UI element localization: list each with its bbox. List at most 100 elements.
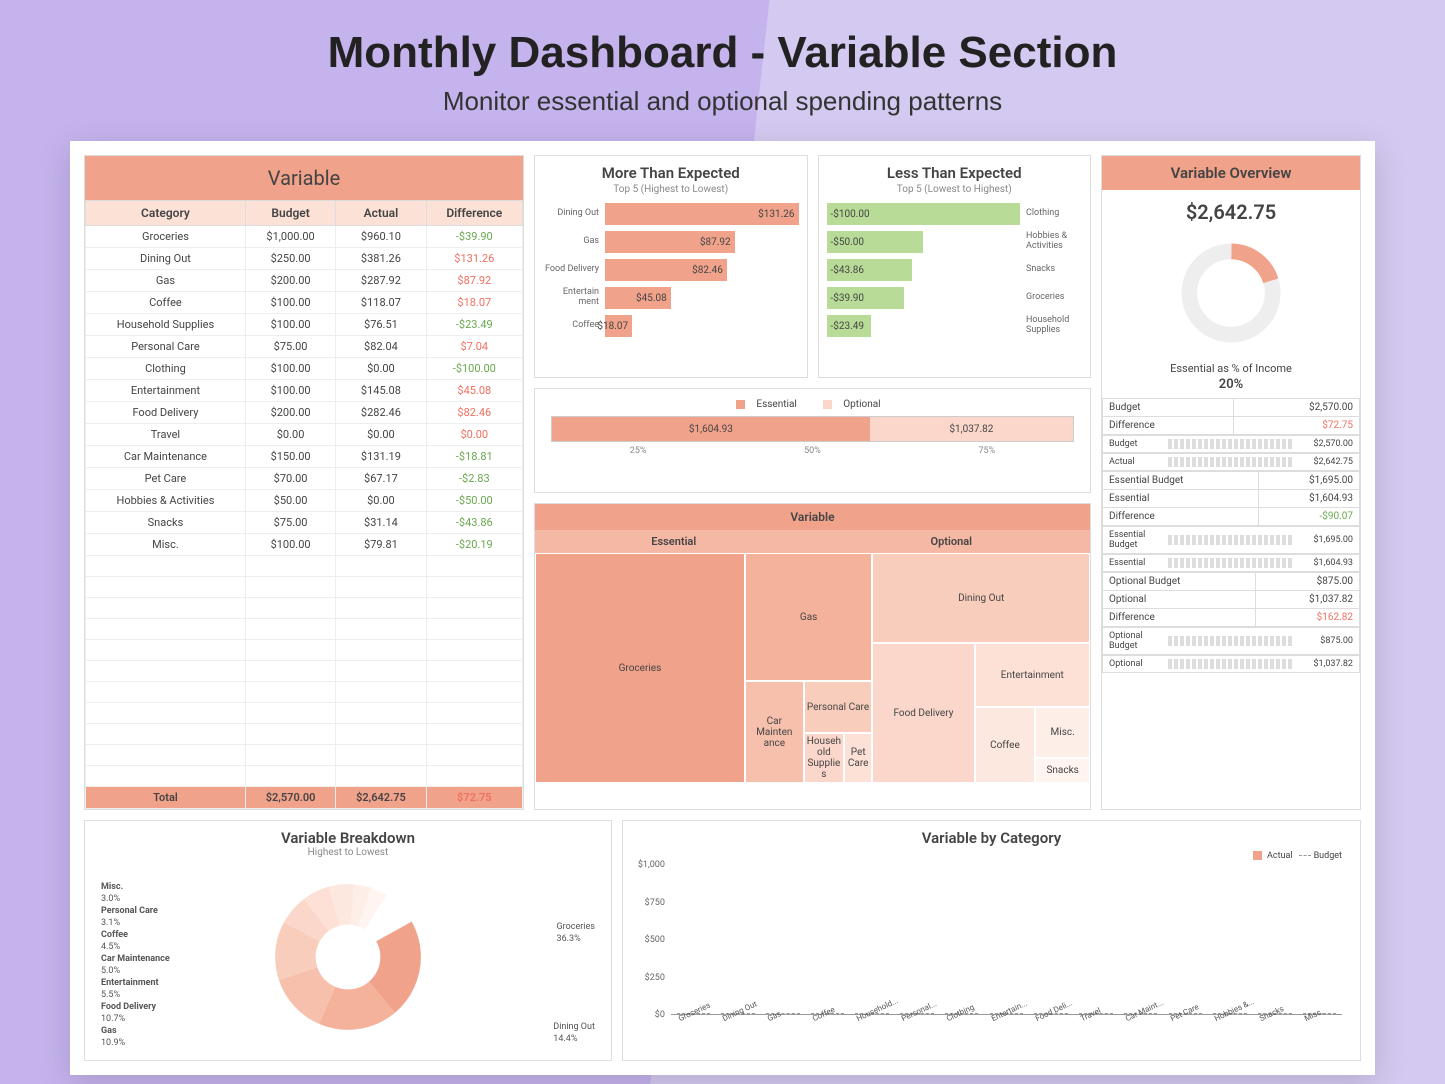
- breakdown-label: Coffee4.5%: [101, 930, 128, 953]
- table-row[interactable]: Entertainment$100.00$145.08$45.08: [86, 380, 523, 402]
- top5-row: More Than Expected Top 5 (Highest to Low…: [534, 155, 1091, 378]
- page-title: Monthly Dashboard - Variable Section: [0, 0, 1445, 86]
- table-row[interactable]: Snacks$75.00$31.14-$43.86: [86, 512, 523, 534]
- dashboard: Variable CategoryBudgetActualDifference …: [70, 141, 1375, 1075]
- split-legend: Essential Optional: [551, 399, 1074, 410]
- more-title: More Than Expected: [543, 164, 799, 182]
- overview-row: Optional$1,037.82: [1103, 591, 1360, 609]
- breakdown-label: Entertainment5.5%: [101, 978, 159, 1001]
- overview-mini-bar: Optional Budget$875.00: [1102, 627, 1360, 655]
- less-subtitle: Top 5 (Lowest to Highest): [827, 184, 1083, 195]
- overview-total: $2,642.75: [1102, 190, 1360, 228]
- table-row[interactable]: Groceries$1,000.00$960.10-$39.90: [86, 226, 523, 248]
- table-row[interactable]: Pet Care$70.00$67.17-$2.83: [86, 468, 523, 490]
- overview-row: Difference$72.75: [1103, 417, 1360, 435]
- breakdown-label: Food Delivery10.7%: [101, 1002, 156, 1025]
- breakdown-label: Gas10.9%: [101, 1026, 125, 1049]
- overview-row: Essential$1,604.93: [1103, 490, 1360, 508]
- breakdown-label: Personal Care3.1%: [101, 906, 158, 929]
- table-row[interactable]: Travel$0.00$0.00$0.00: [86, 424, 523, 446]
- table-header: Category: [86, 201, 246, 226]
- table-header: Difference: [426, 201, 522, 226]
- tm-household: Househ old Supplie s: [804, 733, 844, 783]
- tm-snacks: Snacks: [1035, 758, 1090, 783]
- bar-row: Entertain ment$45.08: [543, 287, 799, 309]
- table-row[interactable]: Food Delivery$200.00$282.46$82.46: [86, 402, 523, 424]
- breakdown-label: Car Maintenance5.0%: [101, 954, 170, 977]
- tm-personalcare: Personal Care: [804, 681, 873, 733]
- less-than-expected-panel: Less Than Expected Top 5 (Lowest to High…: [818, 155, 1092, 378]
- overview-mini-bar: Actual$2,642.75: [1102, 453, 1360, 471]
- overview-mini-bar: Essential$1,604.93: [1102, 554, 1360, 572]
- bar-row: Coffee$18.07: [543, 315, 799, 337]
- bar-row: Dining Out$131.26: [543, 203, 799, 225]
- less-title: Less Than Expected: [827, 164, 1083, 182]
- tm-misc: Misc.: [1035, 707, 1090, 758]
- breakdown-label: Misc.3.0%: [101, 882, 123, 905]
- overview-title: Variable Overview: [1102, 156, 1360, 190]
- overview-row: Optional Budget$875.00: [1103, 573, 1360, 591]
- overview-mini-bar: Essential Budget$1,695.00: [1102, 526, 1360, 554]
- table-row[interactable]: Misc.$100.00$79.81-$20.19: [86, 534, 523, 556]
- table-row[interactable]: Dining Out$250.00$381.26$131.26: [86, 248, 523, 270]
- tm-groceries: Groceries: [535, 553, 745, 783]
- essential-optional-split: Essential Optional $1,604.93 $1,037.82 2…: [534, 388, 1091, 493]
- variable-table-panel: Variable CategoryBudgetActualDifference …: [84, 155, 524, 810]
- bar-row: Household Supplies-$23.49: [827, 315, 1083, 337]
- overview-row: Essential Budget$1,695.00: [1103, 472, 1360, 490]
- bycat-panel: Variable by Category Actual Budget $1,00…: [622, 820, 1361, 1061]
- split-essential-bar: $1,604.93: [552, 417, 870, 441]
- bycat-legend: Actual Budget: [631, 851, 1352, 861]
- split-optional-bar: $1,037.82: [870, 417, 1073, 441]
- treemap-head-essential: Essential: [535, 530, 813, 553]
- overview-mini-bar: Optional$1,037.82: [1102, 655, 1360, 673]
- table-row[interactable]: Hobbies & Activities$50.00$0.00-$50.00: [86, 490, 523, 512]
- table-row[interactable]: Coffee$100.00$118.07$18.07: [86, 292, 523, 314]
- bar-row: Snacks-$43.86: [827, 259, 1083, 281]
- bar-row: Groceries-$39.90: [827, 287, 1083, 309]
- bar-row: Food Delivery$82.46: [543, 259, 799, 281]
- tm-entertainment: Entertainment: [975, 643, 1090, 707]
- treemap-panel: Variable Essential Optional Groceries Ga…: [534, 503, 1091, 810]
- overview-mini-bar: Budget$2,570.00: [1102, 435, 1360, 453]
- table-row[interactable]: Personal Care$75.00$82.04$7.04: [86, 336, 523, 358]
- bar-row: Clothing-$100.00: [827, 203, 1083, 225]
- page-subtitle: Monitor essential and optional spending …: [0, 86, 1445, 141]
- bycat-title: Variable by Category: [631, 829, 1352, 847]
- table-row[interactable]: Car Maintenance$150.00$131.19-$18.81: [86, 446, 523, 468]
- table-row[interactable]: Household Supplies$100.00$76.51-$23.49: [86, 314, 523, 336]
- tm-fooddelivery: Food Delivery: [872, 643, 974, 783]
- breakdown-panel: Variable Breakdown Highest to Lowest Mis…: [84, 820, 612, 1061]
- overview-row: Difference-$90.07: [1103, 508, 1360, 526]
- treemap-head-optional: Optional: [813, 530, 1091, 553]
- overview-pct-label: Essential as % of Income: [1102, 358, 1360, 377]
- more-than-expected-panel: More Than Expected Top 5 (Highest to Low…: [534, 155, 808, 378]
- tm-gas: Gas: [745, 553, 872, 681]
- variable-table-title: Variable: [85, 156, 523, 200]
- variable-table: CategoryBudgetActualDifference Groceries…: [85, 200, 523, 809]
- bar-row: Gas$87.92: [543, 231, 799, 253]
- breakdown-label: Dining Out14.4%: [553, 1022, 595, 1045]
- breakdown-subtitle: Highest to Lowest: [93, 847, 603, 858]
- tm-coffee: Coffee: [975, 707, 1036, 783]
- treemap-title: Variable: [535, 504, 1090, 530]
- breakdown-label: Groceries36.3%: [557, 922, 595, 945]
- table-header: Budget: [245, 201, 335, 226]
- bottom-row: Variable Breakdown Highest to Lowest Mis…: [84, 820, 1361, 1061]
- variable-overview-panel: Variable Overview $2,642.75 Essential as…: [1101, 155, 1361, 810]
- overview-row: Difference$162.82: [1103, 609, 1360, 627]
- breakdown-title: Variable Breakdown: [93, 829, 603, 847]
- overview-donut: [1102, 228, 1360, 358]
- total-row: Total$2,570.00$2,642.75$72.75: [86, 787, 523, 809]
- overview-row: Budget$2,570.00: [1103, 399, 1360, 417]
- more-subtitle: Top 5 (Highest to Lowest): [543, 184, 799, 195]
- bar-row: Hobbies & Activities-$50.00: [827, 231, 1083, 253]
- table-row[interactable]: Clothing$100.00$0.00-$100.00: [86, 358, 523, 380]
- breakdown-donut: [263, 872, 433, 1042]
- table-row[interactable]: Gas$200.00$287.92$87.92: [86, 270, 523, 292]
- overview-pct-value: 20%: [1102, 377, 1360, 398]
- tm-carmaint: Car Mainten ance: [745, 681, 804, 783]
- tm-diningout: Dining Out: [872, 553, 1090, 643]
- tm-petcare: Pet Care: [844, 733, 872, 783]
- table-header: Actual: [336, 201, 426, 226]
